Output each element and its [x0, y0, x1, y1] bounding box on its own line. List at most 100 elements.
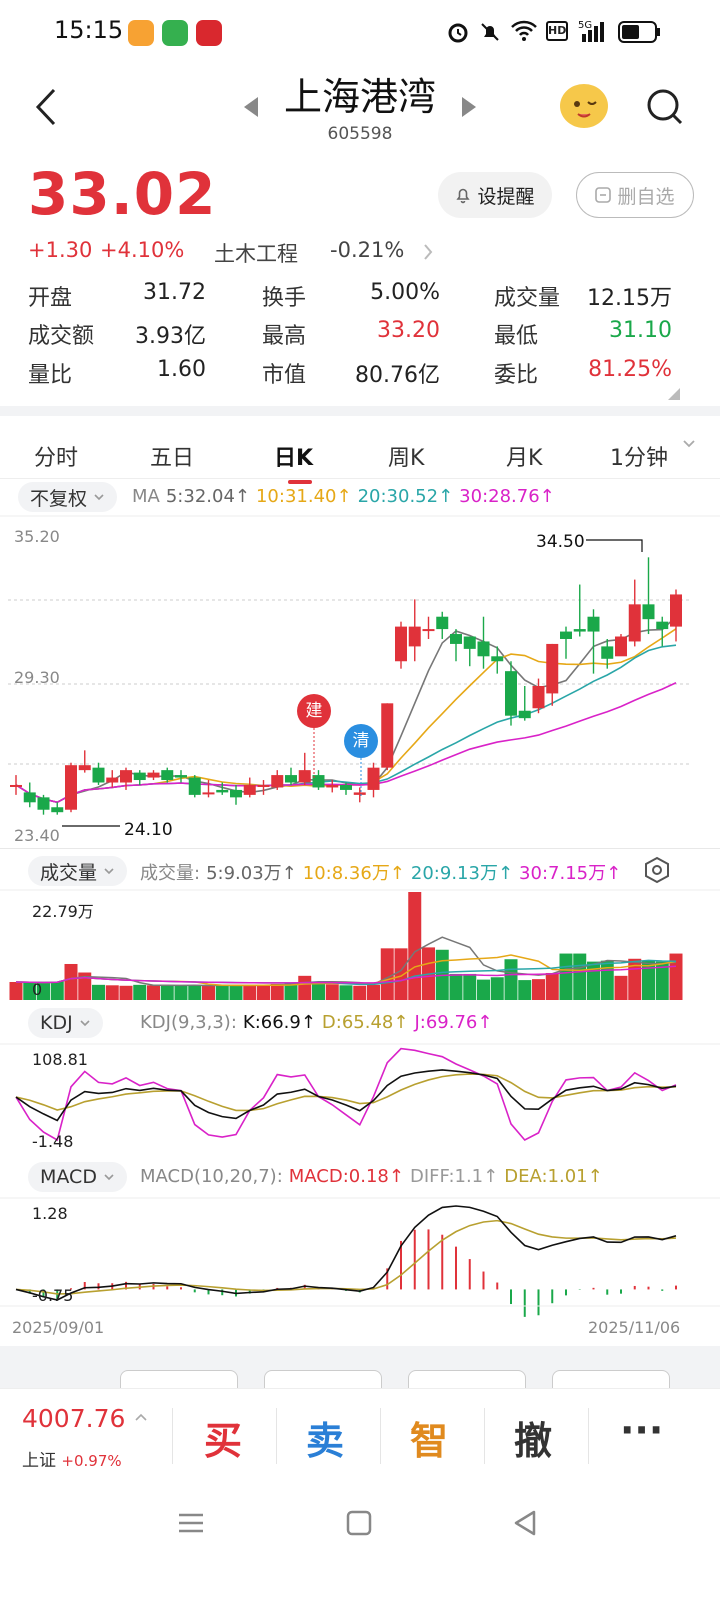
- volume-bar: [147, 985, 160, 1000]
- candle-body: [216, 789, 229, 793]
- candle-body: [298, 770, 311, 783]
- volume-bar: [532, 979, 545, 1000]
- index-name: 上证: [22, 1451, 56, 1471]
- action-button-1[interactable]: 卖: [306, 1410, 344, 1465]
- candle-body: [230, 789, 242, 798]
- action-button-3[interactable]: 撤: [514, 1410, 552, 1465]
- separator: [276, 1408, 277, 1464]
- volume-bar: [9, 981, 23, 1000]
- kdj-select[interactable]: KDJ: [28, 1008, 103, 1038]
- volume-bar: [545, 972, 559, 1000]
- volume-bar: [133, 984, 147, 1000]
- candle-body: [628, 604, 641, 642]
- volume-bar: [50, 981, 64, 1000]
- separator: [172, 1408, 173, 1464]
- candle-body: [202, 792, 215, 795]
- candle-body: [518, 710, 531, 719]
- candle-body: [161, 770, 174, 781]
- candle-body: [670, 594, 682, 627]
- macd-axis-bottom: -0.75: [32, 1286, 74, 1305]
- menu-nav-icon[interactable]: [176, 1508, 206, 1538]
- volume-axis-bottom: 0: [32, 980, 43, 999]
- clear-marker-label: 清: [352, 731, 370, 751]
- volume-bar: [559, 953, 573, 1000]
- volume-legend: 成交量: 5:9.03万↑ 10:8.36万↑ 20:9.13万↑ 30:7.15万↑: [140, 859, 633, 885]
- candle-body: [51, 807, 64, 813]
- kdj-select-label: KDJ: [40, 1012, 73, 1034]
- volume-bar: [298, 975, 312, 1000]
- kdj-prefix: KDJ(9,3,3):: [140, 1012, 237, 1033]
- action-button-2[interactable]: 智: [410, 1410, 448, 1465]
- candle-body: [477, 641, 490, 657]
- candle-body: [601, 646, 614, 659]
- volume-select[interactable]: 成交量: [28, 856, 128, 886]
- clear-marker[interactable]: 清: [344, 724, 378, 758]
- candle-body: [395, 626, 407, 662]
- volume-bar: [449, 973, 463, 1000]
- candle-body: [408, 626, 421, 647]
- legend-item: 10:8.36万↑: [302, 863, 405, 884]
- more-button[interactable]: ···: [620, 1408, 663, 1452]
- candle-body: [23, 792, 36, 803]
- volume-bar: [642, 960, 655, 1000]
- volume-bar: [518, 980, 532, 1000]
- high-marker-line: [586, 539, 643, 552]
- price-axis-bottom: 23.40: [14, 826, 60, 845]
- legend-item: DIFF:1.1↑: [409, 1166, 499, 1187]
- chevron-down-icon: [104, 868, 114, 875]
- volume-bar: [339, 985, 353, 1000]
- candle-body: [257, 784, 270, 787]
- index-value[interactable]: 4007.76: [22, 1404, 125, 1433]
- macd-prefix: MACD(10,20,7):: [140, 1166, 283, 1187]
- low-price-label: 24.10: [124, 820, 173, 840]
- candle-body: [463, 636, 476, 649]
- candle-body: [147, 772, 160, 778]
- build-marker[interactable]: 建: [297, 694, 331, 728]
- back-nav-icon[interactable]: [510, 1508, 540, 1538]
- volume-bar: [229, 985, 243, 1000]
- stock-chart[interactable]: [0, 0, 720, 1360]
- volume-bar: [92, 984, 105, 1000]
- candle-body: [546, 643, 559, 694]
- volume-bar: [215, 984, 229, 1000]
- candle-body: [491, 656, 504, 662]
- macd-axis-top: 1.28: [32, 1204, 68, 1223]
- action-button-0[interactable]: 买: [204, 1410, 242, 1465]
- volume-bar: [64, 963, 78, 1000]
- volume-bar: [573, 953, 587, 1000]
- volume-bar: [587, 961, 600, 1000]
- volume-bar: [160, 985, 174, 1000]
- chevron-down-icon: [104, 1174, 114, 1181]
- candle-body: [381, 703, 394, 768]
- volume-bar: [325, 984, 339, 1000]
- candle-body: [243, 784, 256, 795]
- candle-body: [615, 636, 627, 657]
- legend-item: 20:9.13万↑: [410, 863, 514, 884]
- kdj-axis-top: 108.81: [32, 1050, 88, 1069]
- volume-bar: [504, 959, 518, 1000]
- volume-bar: [353, 985, 367, 1000]
- volume-bar: [105, 985, 119, 1000]
- chevron-down-icon: [80, 1020, 90, 1027]
- macd-legend: MACD(10,20,7): MACD:0.18↑ DIFF:1.1↑ DEA:1.0…: [140, 1166, 615, 1187]
- kdj-line: [15, 1047, 677, 1142]
- candle-body: [340, 784, 352, 790]
- candle-body: [422, 629, 435, 632]
- candle-body: [573, 629, 586, 632]
- volume-bar: [490, 977, 504, 1000]
- build-marker-label: 建: [305, 701, 323, 721]
- candle-body: [656, 621, 669, 630]
- dea-line: [15, 1219, 677, 1295]
- home-nav-icon[interactable]: [344, 1508, 374, 1538]
- ma-line: [15, 628, 677, 804]
- candle-body: [10, 784, 22, 787]
- candle-body: [285, 775, 297, 783]
- volume-bar: [477, 979, 490, 1000]
- candle-body: [560, 631, 572, 639]
- candle-body: [78, 765, 91, 771]
- volume-bar: [257, 984, 270, 1000]
- macd-select[interactable]: MACD: [28, 1162, 127, 1192]
- chevron-up-icon[interactable]: [134, 1412, 148, 1422]
- candle-body: [367, 767, 380, 790]
- settings-hex-icon[interactable]: [644, 856, 670, 884]
